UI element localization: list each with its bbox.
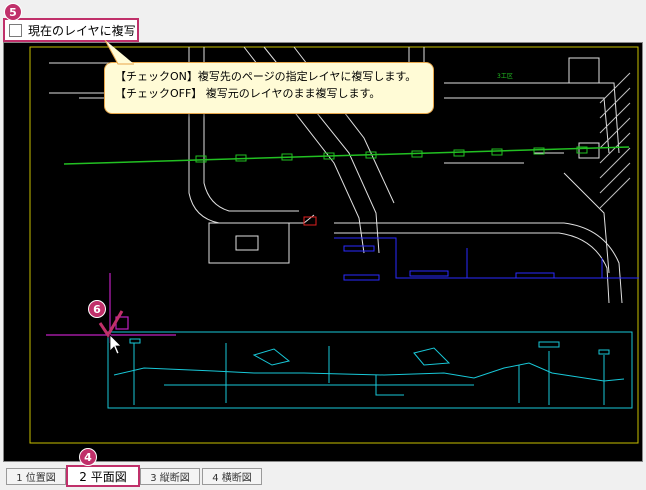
- tooltip-pointer: [104, 40, 134, 65]
- current-layer-copy-option[interactable]: 現在のレイヤに複写: [3, 18, 139, 42]
- cad-label-top: 3工区: [497, 73, 513, 80]
- step-badge-5: 5: [4, 3, 22, 21]
- current-layer-copy-label: 現在のレイヤに複写: [28, 23, 136, 38]
- tab-plan-view[interactable]: 2 平面図: [66, 465, 140, 487]
- tab-cross-section-view[interactable]: 4 横断図: [202, 468, 262, 485]
- tab-location-map[interactable]: 1 位置図: [6, 468, 66, 485]
- layer-copy-tooltip: 【チェックON】複写先のページの指定レイヤに複写します。 【チェックOFF】 複…: [104, 62, 434, 114]
- tab-profile-view[interactable]: 3 縦断図: [140, 468, 200, 485]
- tooltip-line-off: 【チェックOFF】 複写元のレイヤのまま複写します。: [115, 87, 381, 100]
- current-layer-copy-checkbox[interactable]: [9, 23, 22, 37]
- step-badge-4: 4: [79, 448, 97, 466]
- tooltip-line-on: 【チェックON】複写先のページの指定レイヤに複写します。: [115, 70, 417, 83]
- page-tabs: 1 位置図 2 平面図 3 縦断図 4 横断図: [0, 464, 646, 490]
- mouse-cursor-icon: [109, 334, 122, 355]
- step-badge-6: 6: [88, 300, 106, 318]
